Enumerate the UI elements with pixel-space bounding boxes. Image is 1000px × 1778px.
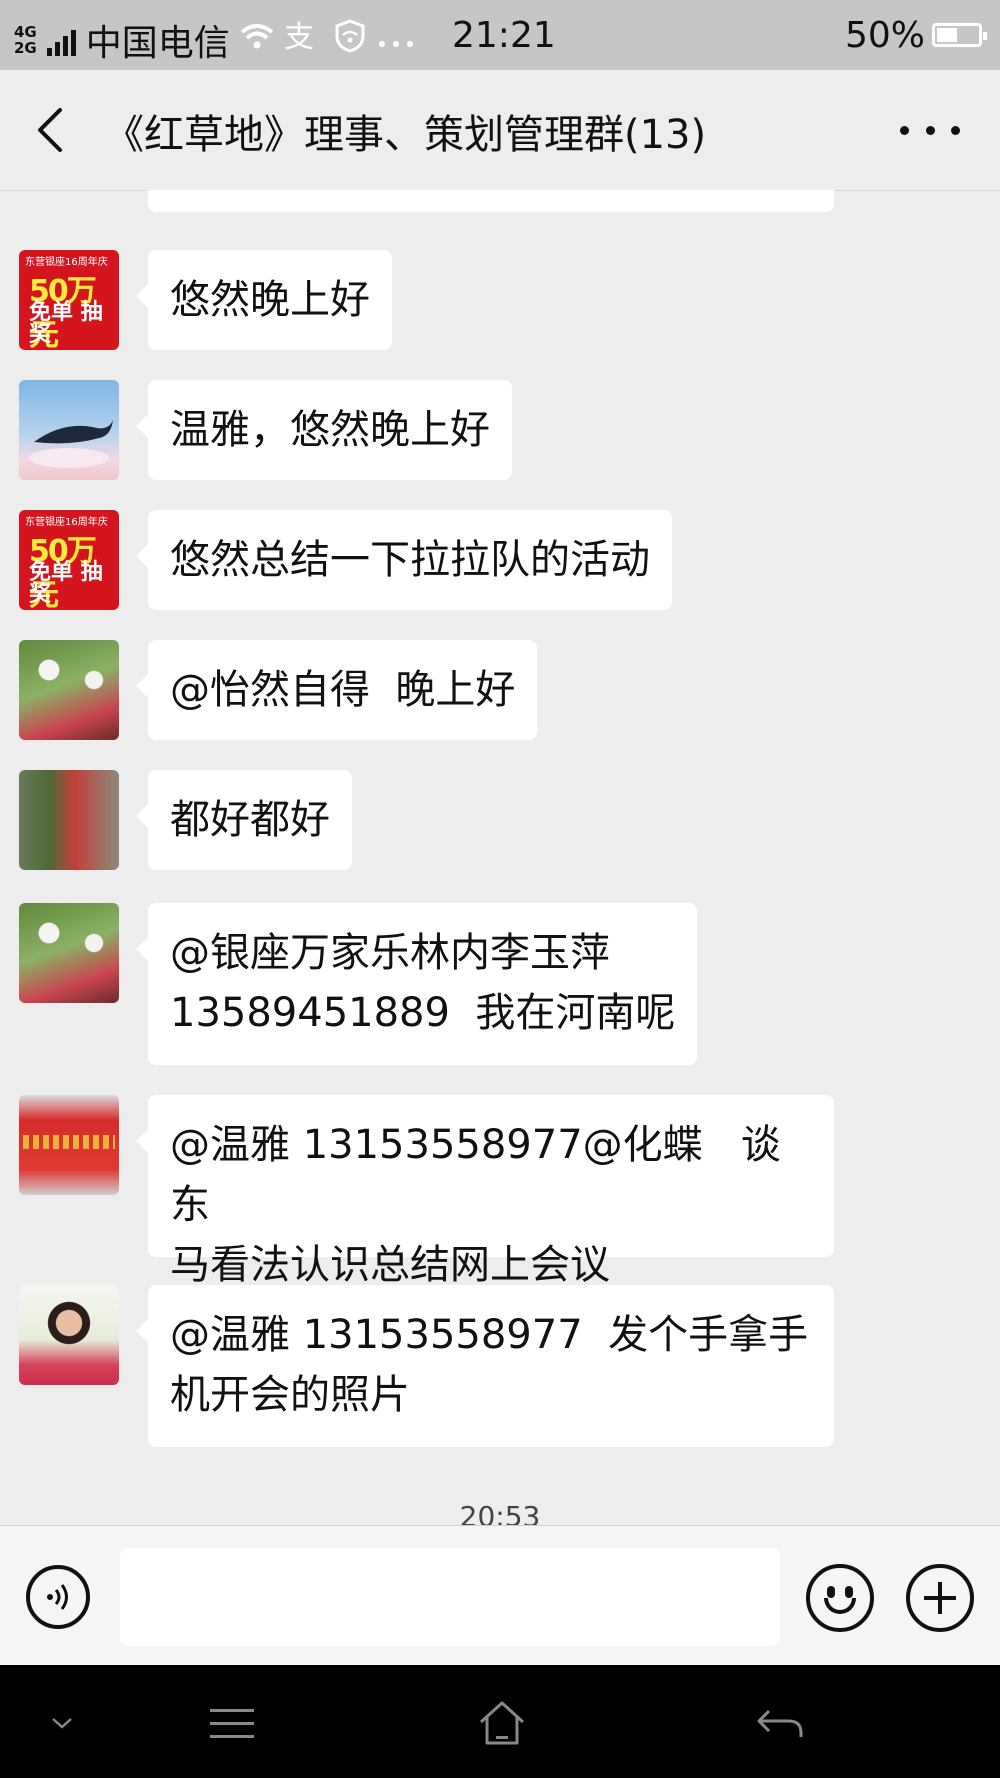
- voice-input-button[interactable]: [26, 1565, 90, 1629]
- alipay-icon: 支: [284, 20, 324, 59]
- sender-avatar[interactable]: [19, 770, 119, 870]
- previous-message-bubble[interactable]: [148, 190, 834, 212]
- network-type-top: 4G: [14, 23, 37, 41]
- message-bubble[interactable]: 悠然晚上好: [136, 250, 392, 350]
- carrier-name: 中国电信: [85, 23, 230, 64]
- emoji-icon-eye: [827, 1586, 835, 1598]
- network-type-bottom: 2G: [14, 39, 37, 57]
- emoji-icon-eye: [845, 1586, 853, 1598]
- more-options-button[interactable]: [900, 110, 960, 150]
- chat-header: 《红草地》理事、策划管理群(13): [0, 70, 1000, 191]
- chat-title: 《红草地》理事、策划管理群(13): [104, 112, 707, 158]
- ad-small-text: 免单 抽奖: [29, 300, 103, 347]
- system-nav-bar: [0, 1665, 1000, 1778]
- emoji-icon-mouth: [824, 1598, 856, 1614]
- menu-icon: [210, 1709, 254, 1738]
- status-bar: 4G 2G 中国电信 支 21:21 50%: [0, 0, 1000, 70]
- chevron-left-icon: [38, 108, 62, 152]
- more-dot: [925, 125, 935, 135]
- message-bubble[interactable]: 都好都好: [136, 770, 352, 870]
- network-type: 4G 2G: [14, 24, 37, 56]
- vpn-shield-icon: [334, 19, 366, 61]
- message-bubble[interactable]: @温雅 13153558977@化蝶 谈东 马看法认识总结网上会议: [136, 1095, 834, 1288]
- emoji-button[interactable]: [806, 1564, 874, 1632]
- nav-back-button[interactable]: [750, 1695, 810, 1751]
- sender-avatar[interactable]: [19, 1285, 119, 1385]
- sender-avatar[interactable]: [19, 380, 119, 480]
- message-timestamp: 20:53: [459, 1500, 541, 1525]
- wifi-icon: [240, 22, 274, 58]
- status-time: 21:21: [452, 15, 556, 56]
- message-row: 东营银座16周年庆 50万元 免单 抽奖 悠然晚上好: [0, 250, 1000, 350]
- message-bubble[interactable]: @怡然自得 晚上好: [135, 640, 538, 740]
- message-row: @温雅 13153558977@化蝶 谈东 马看法认识总结网上会议: [0, 1095, 1000, 1288]
- message-bubble[interactable]: 悠然总结一下拉拉队的活动: [136, 510, 672, 610]
- sender-avatar[interactable]: [19, 1095, 119, 1195]
- signal-icon: [46, 24, 76, 56]
- status-left: 4G 2G 中国电信 支: [14, 14, 416, 66]
- voice-icon: [47, 1584, 68, 1610]
- sender-avatar[interactable]: 东营银座16周年庆 50万元 免单 抽奖: [19, 510, 119, 610]
- ad-small-text: 免单 抽奖: [29, 560, 103, 607]
- home-icon: [479, 1701, 525, 1745]
- nav-menu-button[interactable]: [202, 1695, 262, 1751]
- more-dot: [951, 125, 960, 135]
- sender-avatar[interactable]: [19, 640, 119, 740]
- message-bubble[interactable]: @温雅 13153558977 发个手拿手 机开会的照片: [136, 1285, 834, 1447]
- whale-icon: [29, 420, 113, 468]
- sender-avatar[interactable]: [19, 903, 119, 1003]
- sender-avatar[interactable]: 东营银座16周年庆 50万元 免单 抽奖: [19, 250, 119, 350]
- battery-percent: 50%: [845, 15, 926, 56]
- input-bar: [0, 1525, 1000, 1666]
- more-functions-button[interactable]: [906, 1564, 974, 1632]
- more-dots-icon: [376, 23, 416, 58]
- message-row: 东营银座16周年庆 50万元 免单 抽奖 悠然总结一下拉拉队的活动: [0, 510, 1000, 610]
- more-dot: [900, 125, 909, 135]
- svg-text:支: 支: [284, 21, 314, 51]
- chat-message-list[interactable]: 东营银座16周年庆 50万元 免单 抽奖 悠然晚上好 温雅，悠然晚上好 东营银座…: [0, 190, 1000, 1525]
- return-arrow-icon: [757, 1709, 803, 1737]
- battery-icon: [932, 23, 987, 47]
- message-bubble[interactable]: @银座万家乐林内李玉萍 13589451889 我在河南呢: [135, 903, 698, 1065]
- nav-home-button[interactable]: [472, 1695, 532, 1751]
- nav-hide-button[interactable]: [32, 1695, 92, 1751]
- chevron-down-icon: [52, 1718, 72, 1729]
- message-bubble[interactable]: 温雅，悠然晚上好: [136, 380, 512, 480]
- message-input[interactable]: [120, 1548, 780, 1646]
- back-button[interactable]: [30, 105, 70, 155]
